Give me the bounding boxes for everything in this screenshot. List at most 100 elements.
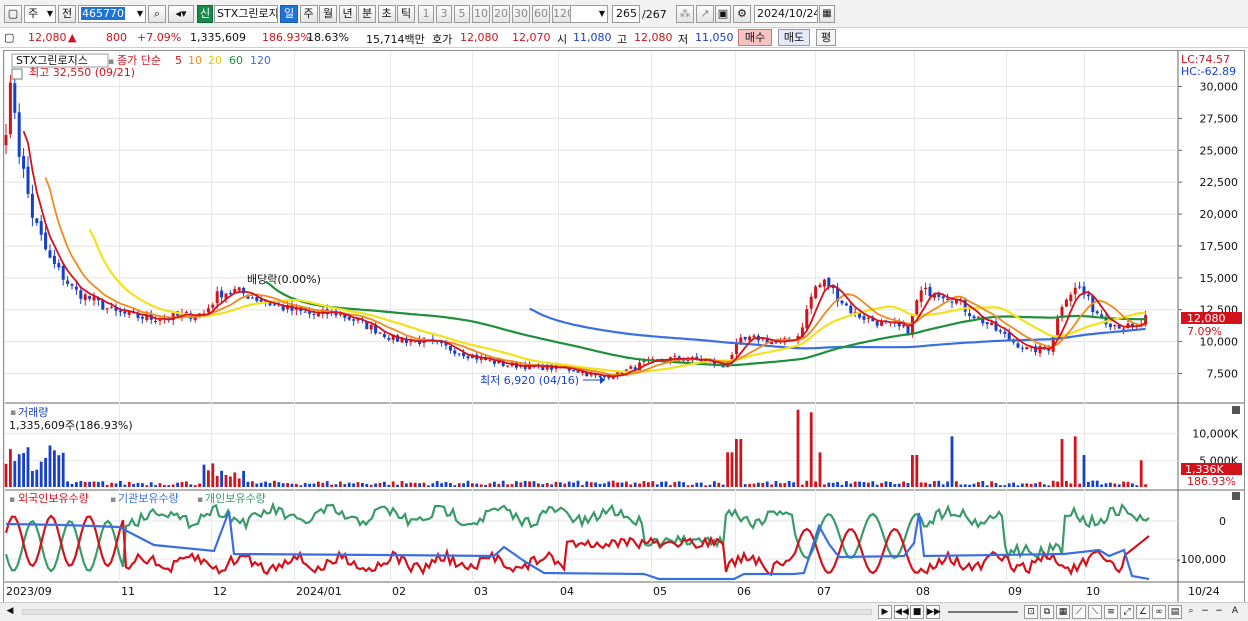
volume-bar	[506, 484, 509, 487]
high-annotation: 최고 32,550 (09/21)	[29, 66, 135, 79]
period-tab-0[interactable]: 일	[280, 5, 298, 23]
volume-bar	[171, 484, 175, 487]
interval-button-6[interactable]: 60	[532, 5, 550, 23]
interval-button-5[interactable]: 30	[512, 5, 530, 23]
sin-badge[interactable]: 신	[197, 5, 213, 23]
grid-icon[interactable]: ▦	[1056, 605, 1070, 619]
volume-bar	[981, 480, 985, 487]
draw-angle-icon[interactable]: ∠	[1136, 605, 1150, 619]
zoom-slider[interactable]	[948, 611, 1018, 613]
draw-tool-icon[interactable]: ⤢	[1120, 605, 1134, 619]
volume-bar	[149, 482, 153, 487]
chevron-down-icon: ▼	[136, 9, 143, 18]
interval-input[interactable]: ▼	[570, 5, 608, 23]
scroll-right-icon[interactable]: ▶	[878, 605, 892, 619]
volume-bar	[145, 485, 149, 487]
stop-icon[interactable]: ■	[910, 605, 924, 619]
price-tag: 12,080	[1187, 312, 1226, 325]
quote-turnover: 18.63%	[307, 31, 349, 44]
volume-bar	[61, 452, 65, 487]
rewind-icon[interactable]: ◀◀	[894, 605, 909, 619]
chart-svg[interactable]: 30,000 27,500 25,000 22,500 20,000 17,500 15,0…	[4, 51, 1244, 602]
volume-bar	[752, 483, 756, 487]
candle-body	[39, 221, 43, 235]
volume-bar	[295, 483, 298, 487]
hts-chart-window: ▢ 주 ▼ 전 465770 ▼ ⌕ ◂▾ 신 STX그린로지 ▼ 265 /2…	[0, 0, 1248, 621]
volume-bar	[1117, 484, 1121, 487]
prev-button[interactable]: 전	[58, 5, 76, 23]
font-size-icon[interactable]: A	[1228, 605, 1242, 619]
volume-bar	[413, 482, 417, 487]
volume-bar	[779, 483, 782, 487]
date-input[interactable]: 2024/10/24	[754, 5, 818, 23]
chart-area[interactable]: 30,000 27,500 25,000 22,500 20,000 17,500 15,0…	[3, 50, 1245, 603]
volume-bar	[673, 482, 677, 487]
cursor-icon[interactable]: ↗	[696, 5, 714, 23]
checkbox-icon[interactable]: ▢	[4, 30, 14, 46]
search-icon[interactable]: ⌕	[148, 5, 166, 23]
layout2-icon[interactable]: ⧉	[1040, 605, 1054, 619]
volume-bar	[897, 483, 901, 487]
sell-button[interactable]: 매도	[778, 29, 810, 46]
volume-bar	[369, 484, 373, 487]
period-tab-6[interactable]: 틱	[397, 5, 415, 23]
candle-body	[1003, 331, 1007, 334]
volume-bar	[642, 481, 646, 487]
interval-button-1[interactable]: 3	[436, 5, 452, 23]
compare-icon[interactable]: ⁂	[676, 5, 694, 23]
interval-button-4[interactable]: 20	[492, 5, 510, 23]
draw-trend-icon[interactable]: ⟍	[1088, 605, 1102, 619]
zoom-icon[interactable]: ⌕	[1184, 605, 1198, 619]
interval-button-7[interactable]: 120	[552, 5, 571, 23]
volume-bar	[1065, 480, 1068, 487]
scrollbar-track[interactable]	[22, 609, 872, 615]
draw-fib-icon[interactable]: ≡	[1104, 605, 1118, 619]
eval-button[interactable]: 평	[816, 29, 836, 46]
calculator-icon[interactable]	[11, 68, 23, 80]
period-tab-2[interactable]: 월	[319, 5, 337, 23]
draw-line-icon[interactable]: ⟋	[1072, 605, 1086, 619]
period-tab-3[interactable]: 년	[338, 5, 357, 23]
gear-icon[interactable]: ⚙	[733, 5, 751, 23]
candle-body	[1069, 294, 1073, 302]
x-axis-label: 06	[737, 585, 751, 598]
page-current-input[interactable]: 265	[612, 5, 640, 23]
table-icon[interactable]: ▤	[1168, 605, 1182, 619]
interval-button-0[interactable]: 1	[418, 5, 434, 23]
volume-bar	[418, 483, 421, 487]
volume-bar	[35, 469, 39, 487]
scroll-left-icon[interactable]: ◀	[3, 605, 17, 619]
volume-bar	[611, 480, 615, 487]
period-tab-4[interactable]: 분	[358, 5, 376, 23]
buy-button[interactable]: 매수	[738, 29, 772, 46]
volume-title: 거래량	[18, 406, 48, 419]
hold-legend-marker-icon: ▪	[197, 495, 203, 505]
period-tab-5[interactable]: 초	[377, 5, 396, 23]
forward-icon[interactable]: ▶▶	[926, 605, 941, 619]
x-axis-label: 09	[1008, 585, 1022, 598]
link-icon[interactable]: ∞	[1152, 605, 1166, 619]
minus-icon[interactable]: −	[1212, 605, 1226, 619]
stock-name-field[interactable]: STX그린로지	[214, 5, 278, 23]
speaker-icon[interactable]: ◂▾	[168, 5, 194, 23]
pane-close-icon[interactable]	[1232, 406, 1240, 414]
candle-body	[30, 193, 34, 218]
stock-code-input[interactable]: 465770 ▼	[78, 5, 146, 23]
menu-icon[interactable]: ▢	[4, 5, 22, 23]
volume-bar	[220, 470, 223, 487]
volume-bar	[79, 480, 83, 487]
volume-bar	[625, 481, 628, 487]
layout-icon[interactable]: ⊡	[1024, 605, 1038, 619]
interval-button-2[interactable]: 5	[454, 5, 470, 23]
volume-bar	[1029, 483, 1033, 487]
volume-bar	[933, 481, 936, 487]
calendar-icon[interactable]: ▦	[819, 5, 835, 23]
save-icon[interactable]: ▣	[715, 5, 731, 23]
zoom-out-icon[interactable]: −	[1198, 605, 1212, 619]
volume-bar	[739, 439, 743, 487]
pane-close-icon[interactable]	[1232, 492, 1240, 500]
volume-bar	[955, 481, 958, 487]
interval-button-3[interactable]: 10	[472, 5, 490, 23]
market-select[interactable]: 주 ▼	[24, 5, 56, 23]
period-tab-1[interactable]: 주	[299, 5, 318, 23]
